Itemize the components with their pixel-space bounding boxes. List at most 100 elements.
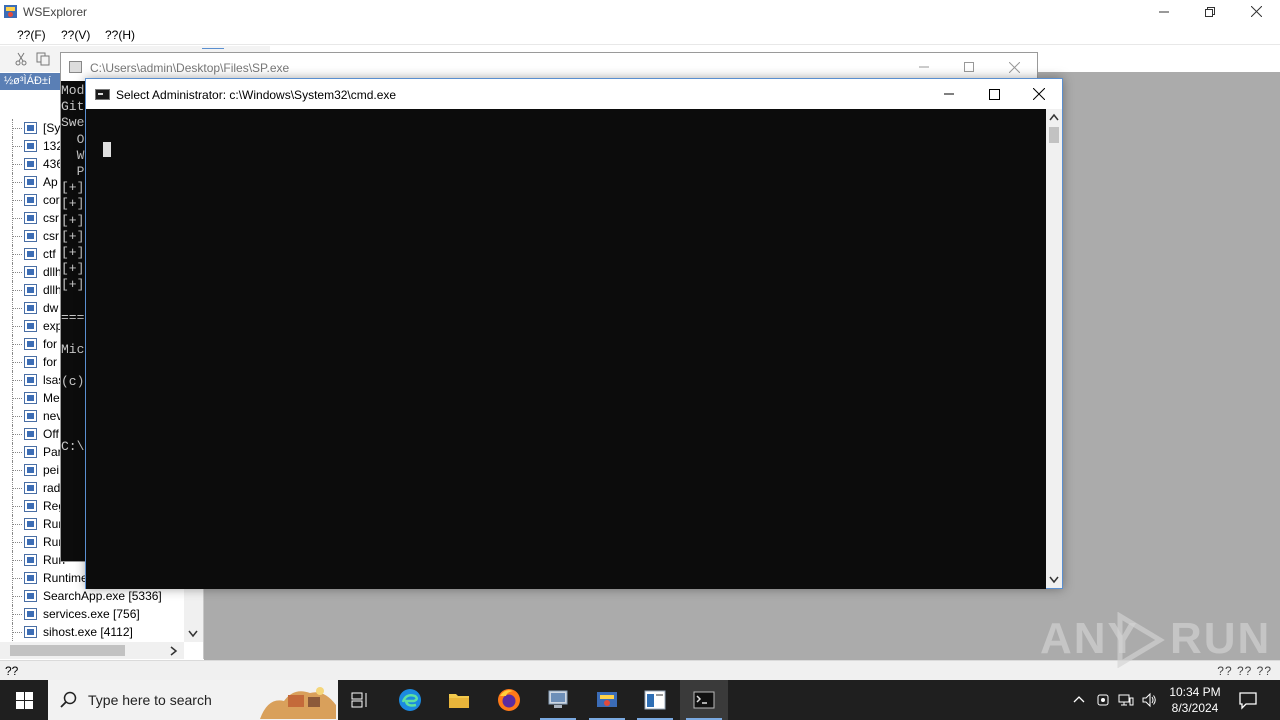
process-icon (24, 590, 37, 602)
notification-icon[interactable] (1238, 690, 1258, 710)
taskbar-app-window[interactable] (631, 680, 679, 720)
tree-connector (12, 128, 22, 129)
scroll-down-icon[interactable] (188, 630, 198, 638)
wsexplorer-taskbar-icon (597, 692, 617, 707)
console-line: (c) (61, 374, 85, 390)
tree-connector (12, 272, 22, 273)
sp-minimize-button[interactable] (901, 53, 947, 81)
taskbar-app-cmd[interactable] (680, 680, 728, 720)
process-name: SearchApp.exe [5336] (43, 589, 162, 603)
scroll-up-icon[interactable] (1049, 113, 1059, 121)
taskbar-firefox[interactable] (485, 680, 533, 720)
process-name: dw (43, 301, 59, 315)
cmd-minimize-button[interactable] (926, 79, 972, 109)
process-icon (24, 212, 37, 224)
taskbar-task-view[interactable] (336, 680, 384, 720)
scroll-right-icon[interactable] (170, 646, 178, 656)
search-placeholder: Type here to search (88, 692, 212, 708)
search-icon (60, 691, 77, 708)
cut-icon[interactable] (14, 52, 28, 66)
tree-connector (12, 452, 22, 453)
cmd-app-icon (95, 89, 110, 100)
process-icon (24, 194, 37, 206)
process-tree-hscroll-thumb[interactable] (10, 645, 125, 656)
clock-time: 10:34 PM (1169, 685, 1221, 699)
cmd-close-button[interactable] (1016, 79, 1062, 109)
process-tree-label: ½ø³ÌÁÐ±í (0, 73, 60, 90)
process-tree-item[interactable]: services.exe [756] (0, 605, 184, 623)
process-icon (24, 410, 37, 422)
wsexplorer-minimize-button[interactable] (1141, 0, 1187, 23)
task-view-icon (351, 692, 367, 708)
folder-icon (449, 694, 469, 708)
process-icon (24, 500, 37, 512)
process-icon (24, 230, 37, 242)
menu-view[interactable]: ??(V) (61, 28, 90, 42)
sp-maximize-button[interactable] (946, 53, 992, 81)
start-button[interactable] (0, 680, 48, 720)
console-line: [+] (61, 244, 85, 260)
console-line: === (61, 309, 85, 325)
process-name: Off (43, 427, 59, 441)
close-icon (1250, 6, 1262, 17)
process-tree-item[interactable]: SearchApp.exe [5336] (0, 587, 184, 605)
tree-connector (12, 254, 22, 255)
tree-connector (12, 290, 22, 291)
wsexplorer-titlebar[interactable]: WSExplorer (0, 0, 1280, 23)
wsexplorer-title: WSExplorer (23, 5, 88, 19)
process-icon (24, 626, 37, 638)
cmd-console-title: Select Administrator: c:\Windows\System3… (116, 88, 397, 102)
minimize-icon (919, 66, 929, 68)
network-icon[interactable] (1118, 692, 1134, 708)
cmd-console-titlebar[interactable]: Select Administrator: c:\Windows\System3… (86, 79, 1062, 109)
process-icon (24, 572, 37, 584)
wsexplorer-close-button[interactable] (1233, 0, 1279, 23)
menu-file[interactable]: ??(F) (17, 28, 46, 42)
close-icon (1033, 88, 1045, 100)
tree-connector (12, 218, 22, 219)
chevron-up-icon[interactable] (1071, 692, 1087, 708)
process-tree-item[interactable]: sihost.exe [4112] (0, 623, 184, 641)
process-icon (24, 554, 37, 566)
restore-icon (1205, 6, 1215, 17)
console-line: Git (61, 99, 85, 115)
system-tray: 10:34 PM 8/3/2024 (1066, 680, 1280, 720)
sp-console-titlebar[interactable]: C:\Users\admin\Desktop\Files\SP.exe (61, 53, 1037, 81)
taskbar-file-explorer[interactable] (435, 680, 483, 720)
console-line: C:\ (61, 439, 85, 455)
volume-icon[interactable] (1141, 692, 1157, 708)
taskbar-search-box[interactable]: Type here to search (48, 680, 338, 720)
sp-close-button[interactable] (991, 53, 1037, 81)
tree-connector (12, 416, 22, 417)
menu-help[interactable]: ??(H) (105, 28, 135, 42)
tree-connector (12, 236, 22, 237)
copy-icon[interactable] (36, 52, 50, 66)
cmd-console-body[interactable] (86, 109, 1046, 589)
process-name: sihost.exe [4112] (43, 625, 133, 639)
taskbar-app-network[interactable] (534, 680, 582, 720)
tree-connector (12, 488, 22, 489)
process-icon (24, 356, 37, 368)
process-name: cor (43, 193, 60, 207)
network-monitor-icon (548, 690, 568, 708)
process-icon (24, 266, 37, 278)
process-tree-hscrollbar[interactable] (0, 642, 184, 659)
taskbar-app-wsexplorer[interactable] (583, 680, 631, 720)
scroll-down-icon[interactable] (1049, 576, 1059, 584)
close-icon (1008, 61, 1020, 73)
cmd-maximize-button[interactable] (971, 79, 1017, 109)
device-icon[interactable] (1095, 692, 1111, 708)
process-icon (24, 158, 37, 170)
cmd-vscroll-thumb[interactable] (1049, 127, 1059, 143)
process-icon (24, 320, 37, 332)
cmd-vscrollbar[interactable] (1046, 109, 1062, 588)
anyrun-watermark: ANY RUN (1040, 610, 1269, 670)
cmd-console-window[interactable]: Select Administrator: c:\Windows\System3… (85, 78, 1063, 589)
process-icon (24, 446, 37, 458)
wsexplorer-restore-button[interactable] (1187, 0, 1233, 23)
taskbar-edge[interactable] (386, 680, 434, 720)
taskbar-clock[interactable]: 10:34 PM 8/3/2024 (1164, 684, 1226, 716)
console-line: P (61, 163, 85, 179)
